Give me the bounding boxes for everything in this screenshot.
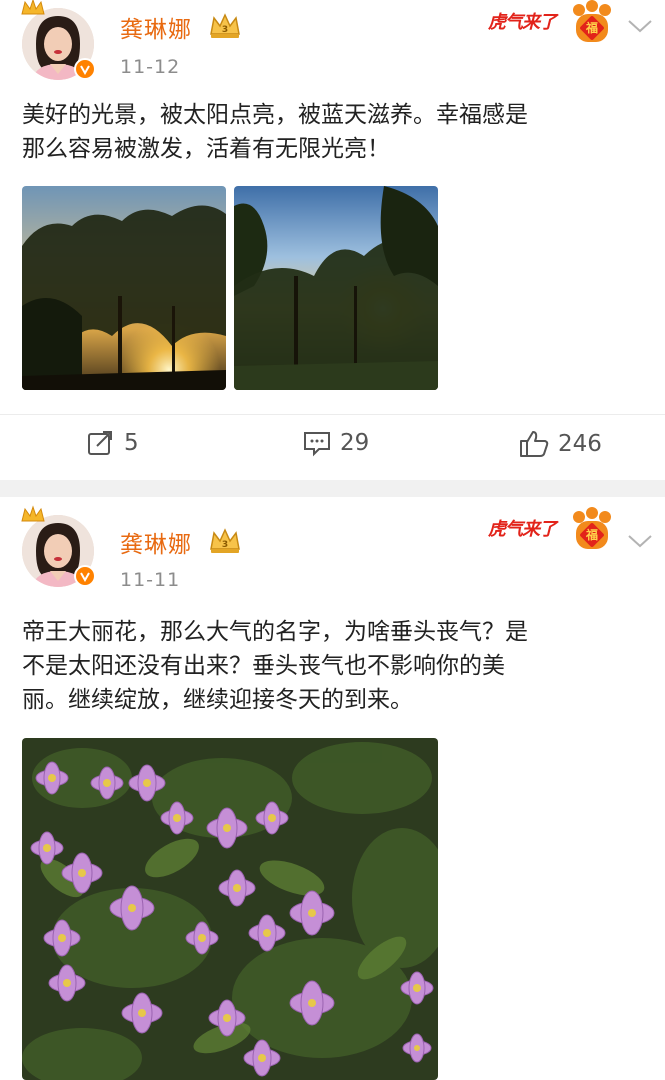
post-text: 美好的光景，被太阳点亮，被蓝天滋养。幸福感是 那么容易被激发，活着有无限光亮！ [22, 102, 528, 162]
svg-text:3: 3 [222, 25, 228, 35]
post-divider [0, 480, 665, 497]
comment-count: 29 [340, 430, 370, 456]
svg-text:福: 福 [585, 20, 598, 35]
avatar[interactable] [21, 0, 98, 80]
paw-fortune-icon: 福 [568, 507, 616, 551]
post-date: 11-12 [120, 56, 181, 78]
like-icon [520, 431, 549, 457]
crown-decoration-icon [20, 0, 46, 18]
like-count: 246 [558, 431, 602, 457]
repost-button[interactable]: 5 [86, 429, 139, 457]
post-image-dahlia[interactable] [22, 738, 438, 1080]
avatar[interactable] [21, 505, 98, 587]
tiger-year-badge[interactable]: 虎气来了 福 [488, 507, 618, 553]
post-card[interactable]: 龚琳娜 3 11-11 虎气来了 福 帝王大丽花，那么大气的名字，为啥垂头丧气？… [0, 497, 665, 1080]
crown-decoration-icon [20, 505, 46, 525]
verified-badge-icon [74, 565, 96, 587]
vip-crown-icon[interactable]: 3 [207, 525, 243, 555]
username[interactable]: 龚琳娜 [120, 525, 192, 559]
vip-crown-icon[interactable]: 3 [207, 10, 243, 40]
repost-count: 5 [124, 430, 139, 456]
paw-fortune-icon: 福 [568, 0, 616, 44]
post-text: 帝王大丽花，那么大气的名字，为啥垂头丧气？是 不是太阳还没有出来？垂头丧气也不影… [22, 619, 528, 713]
svg-text:福: 福 [585, 527, 598, 542]
comment-button[interactable]: 29 [302, 429, 369, 457]
svg-text:3: 3 [222, 540, 228, 550]
post-image-sunset-1[interactable] [22, 186, 226, 390]
comment-icon [304, 432, 330, 457]
verified-badge-icon [74, 58, 96, 80]
post-image-sunset-2[interactable] [234, 186, 438, 390]
post-date: 11-11 [120, 569, 181, 591]
like-button[interactable]: 246 [518, 429, 602, 459]
post-card[interactable]: 龚琳娜 3 11-12 虎气来了 福 美好的光景，被太阳点亮，被蓝天滋养。幸福感… [0, 0, 665, 480]
chevron-down-icon[interactable] [626, 16, 654, 36]
weibo-feed: 龚琳娜 3 11-12 虎气来了 福 美好的光景，被太阳点亮，被蓝天滋养。幸福感… [0, 0, 665, 1080]
badge-text: 虎气来了 [488, 519, 557, 540]
repost-icon [88, 431, 112, 455]
tiger-year-badge[interactable]: 虎气来了 福 [488, 0, 618, 46]
badge-text: 虎气来了 [488, 12, 557, 33]
chevron-down-icon[interactable] [626, 531, 654, 551]
post-actions: 5 29 246 [0, 414, 665, 475]
username[interactable]: 龚琳娜 [120, 10, 192, 44]
